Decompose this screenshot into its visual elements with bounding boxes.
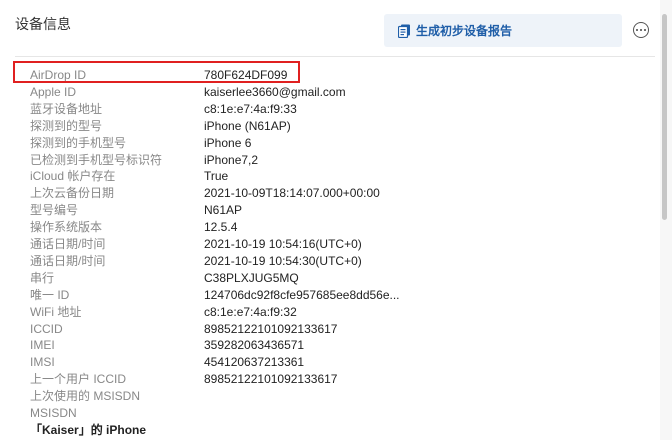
info-row-key: 探测到的型号 [30,118,103,133]
info-row-key: MSISDN [30,406,77,420]
info-row-value: c8:1e:e7:4a:f9:33 [204,101,297,116]
info-row-key: WiFi 地址 [30,304,82,319]
info-row-value: iPhone 6 [204,135,252,150]
info-row-value: 124706dc92f8cfe957685ee8dd56e... [204,287,400,302]
info-row-value: 359282063436571 [204,338,305,353]
info-row[interactable]: 唯一 ID 124706dc92f8cfe957685ee8dd56e... [0,287,660,304]
info-row[interactable]: 探测到的手机型号 iPhone 6 [0,135,660,152]
info-row[interactable]: Apple ID kaiserlee3660@gmail.com [0,84,660,101]
generate-report-label: 生成初步设备报告 [416,24,513,38]
info-row[interactable]: iCloud 帐户存在 True [0,168,660,185]
airdrop-highlight-box [13,61,300,83]
info-row[interactable]: IMSI 454120637213361 [0,354,660,371]
info-row-key: 通话日期/时间 [30,237,106,251]
info-row-key: 探测到的手机型号 [30,135,127,150]
info-row-value: iPhone (N61AP) [204,118,291,133]
info-row-value: iPhone7,2 [204,152,259,167]
generate-report-button[interactable]: 生成初步设备报告 [384,14,622,47]
info-row[interactable]: 型号编号 N61AP [0,202,660,219]
more-options-icon[interactable] [633,22,649,38]
info-row[interactable]: 通话日期/时间 2021-10-19 10:54:30(UTC+0) [0,253,660,270]
info-row-key: IMSI [30,355,55,370]
info-row-key: 上次使用的 MSISDN [30,389,141,404]
info-row[interactable]: 「Kaiser」的 iPhone [0,422,660,439]
header-divider [15,56,655,57]
info-row[interactable]: 通话日期/时间 2021-10-19 10:54:16(UTC+0) [0,236,660,253]
info-row-key: 上次云备份日期 [30,186,115,201]
info-row[interactable]: WiFi 地址 c8:1e:e7:4a:f9:32 [0,304,660,321]
document-icon [398,23,412,39]
info-row-value: 89852122101092133617 [204,321,338,336]
info-row-key: 型号编号 [30,203,79,218]
info-row-value: True [204,169,229,184]
info-row-value: 89852122101092133617 [204,372,338,387]
info-row-value: 454120637213361 [204,355,305,370]
info-row-value: kaiserlee3660@gmail.com [204,84,346,99]
info-row-key: 唯一 ID [30,287,70,302]
info-row[interactable]: ICCID 89852122101092133617 [0,321,660,338]
info-row-value: c8:1e:e7:4a:f9:32 [204,304,297,319]
info-row[interactable]: 探测到的型号 iPhone (N61AP) [0,118,660,135]
info-row-key: iCloud 帐户存在 [30,169,116,184]
info-row-value: 2021-10-19 10:54:30(UTC+0) [204,253,362,268]
info-row[interactable]: 蓝牙设备地址 c8:1e:e7:4a:f9:33 [0,101,660,118]
info-row-key: 「Kaiser」的 iPhone [30,422,147,437]
info-row[interactable]: IMEI 359282063436571 [0,337,660,354]
section-title: 设备信息 [15,16,71,32]
scrollbar-thumb[interactable] [662,14,667,220]
info-row-key: 已检测到手机型号标识符 [30,152,163,167]
info-row-value: C38PLXJUG5MQ [204,270,299,285]
info-row[interactable]: 操作系统版本 12.5.4 [0,219,660,236]
info-row-key: 上一个用户 ICCID [30,372,127,387]
info-row[interactable]: 上次使用的 MSISDN [0,388,660,405]
info-row-key: ICCID [30,321,63,336]
info-row-key: IMEI [30,338,55,353]
info-row-key: 串行 [30,270,55,285]
info-row[interactable]: 上一个用户 ICCID 89852122101092133617 [0,371,660,388]
info-row[interactable]: MSISDN [0,405,660,422]
info-row-key: Apple ID [30,84,77,99]
info-row-key: 蓝牙设备地址 [30,101,103,116]
info-row-key: 通话日期/时间 [30,253,106,268]
info-row[interactable]: 已检测到手机型号标识符 iPhone7,2 [0,152,660,169]
info-row-key: 操作系统版本 [30,220,103,235]
info-row-value: 2021-10-19 10:54:16(UTC+0) [204,237,362,251]
info-row-value: 2021-10-09T18:14:07.000+00:00 [204,186,380,201]
info-row[interactable]: 串行 C38PLXJUG5MQ [0,270,660,287]
info-row-value: N61AP [204,203,243,218]
info-row[interactable]: 上次云备份日期 2021-10-09T18:14:07.000+00:00 [0,185,660,202]
info-row-value: 12.5.4 [204,220,238,235]
